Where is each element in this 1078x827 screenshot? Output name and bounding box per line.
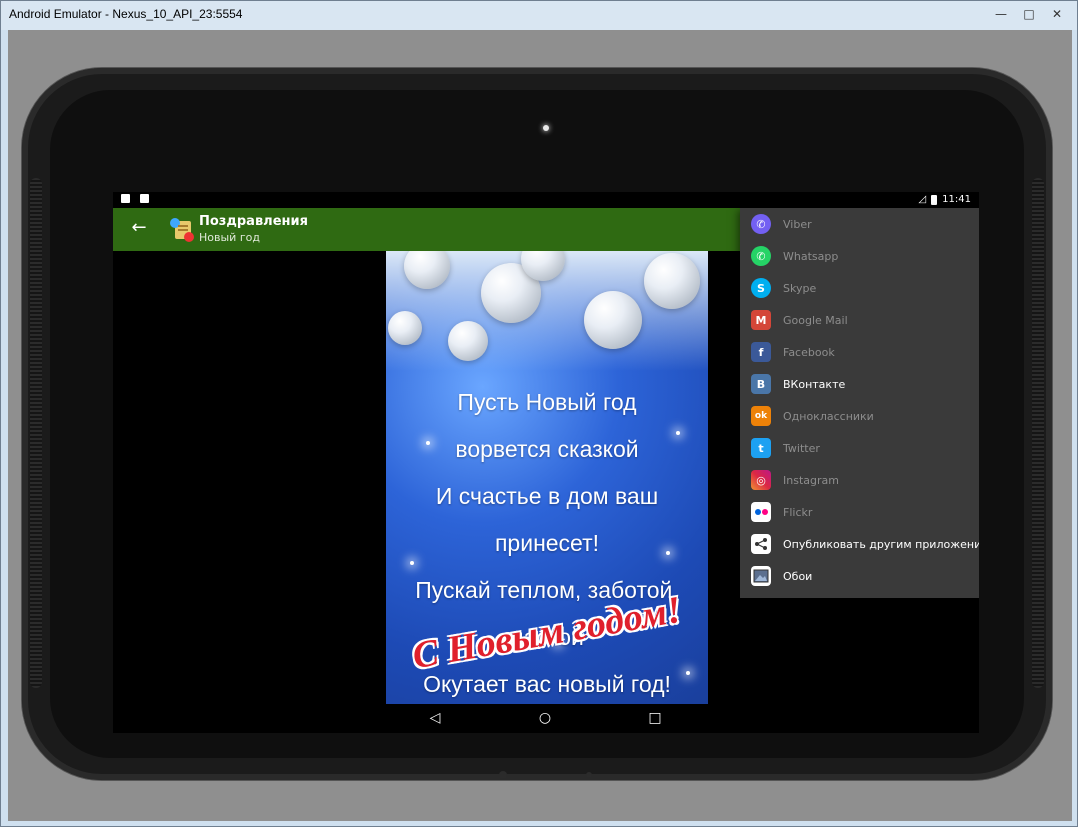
no-signal-icon: ◿: [918, 194, 927, 205]
wallpaper-icon: [751, 566, 771, 586]
share-glyph: [755, 538, 767, 550]
status-right: ◿ 11:41: [918, 194, 971, 205]
app-logo-icon: [170, 218, 194, 242]
arrow-back-icon[interactable]: ←: [127, 216, 151, 240]
share-item-skype[interactable]: S Skype: [740, 272, 979, 304]
share-item-label: Google Mail: [783, 313, 848, 327]
ornament-ball: [388, 311, 422, 345]
page-subtitle: Новый год: [199, 231, 260, 244]
poem-line: ворвется сказкой: [455, 436, 639, 462]
ornament-ball: [448, 321, 488, 361]
share-item-label: Twitter: [783, 441, 820, 455]
nav-home-icon[interactable]: ○: [535, 708, 555, 728]
ornament-ball: [644, 253, 700, 309]
page-title: Поздравления: [199, 214, 308, 229]
skype-icon: S: [751, 278, 771, 298]
gmail-icon: M: [751, 310, 771, 330]
status-time: 11:41: [942, 194, 971, 205]
share-item-other-app[interactable]: Опубликовать другим приложением: [740, 528, 979, 560]
window-titlebar: Android Emulator - Nexus_10_API_23:5554 …: [1, 1, 1077, 30]
device-screen: ◿ 11:41 ← Поздравления Новый год Пусть Н…: [113, 192, 979, 733]
share-item-label: Instagram: [783, 473, 839, 487]
android-icon: [140, 194, 149, 203]
tablet-device: ◿ 11:41 ← Поздравления Новый год Пусть Н…: [22, 68, 1052, 780]
share-item-label: Facebook: [783, 345, 835, 359]
share-item-label: Одноклассники: [783, 409, 874, 423]
ornament-ball: [584, 291, 642, 349]
odnoklassniki-icon: ok: [751, 406, 771, 426]
share-item-label: Flickr: [783, 505, 813, 519]
flickr-dot-pink: [761, 509, 768, 515]
speaker-grille-left: [30, 178, 42, 688]
share-item-whatsapp[interactable]: ✆ Whatsapp: [740, 240, 979, 272]
share-item-label: ВКонтакте: [783, 377, 846, 391]
viber-icon: ✆: [751, 214, 771, 234]
status-bar: ◿ 11:41: [113, 192, 979, 208]
window-controls: — □ ✕: [989, 5, 1069, 23]
poem-line: И счастье в дом ваш принесет!: [435, 483, 659, 556]
share-item-vkontakte[interactable]: B ВКонтакте: [740, 368, 979, 400]
twitter-icon: t: [751, 438, 771, 458]
share-item-label: Skype: [783, 281, 817, 295]
sensor-dot: [586, 772, 592, 778]
share-item-flickr[interactable]: Flickr: [740, 496, 979, 528]
share-item-label: Viber: [783, 217, 812, 231]
share-item-twitter[interactable]: t Twitter: [740, 432, 979, 464]
sensor-dot: [499, 771, 507, 779]
share-item-odnoklassniki[interactable]: ok Одноклассники: [740, 400, 979, 432]
whatsapp-icon: ✆: [751, 246, 771, 266]
share-item-label: Опубликовать другим приложением: [783, 537, 979, 551]
poem-line: Пусть Новый год: [457, 389, 637, 415]
nav-recent-icon[interactable]: □: [645, 708, 665, 728]
vkontakte-icon: B: [751, 374, 771, 394]
app-toolbar: ← Поздравления Новый год: [113, 208, 741, 251]
share-item-wallpaper[interactable]: Обои: [740, 560, 979, 592]
minimize-button[interactable]: —: [989, 5, 1013, 23]
battery-icon: [931, 194, 938, 205]
window-title: Android Emulator - Nexus_10_API_23:5554: [9, 7, 243, 21]
nav-back-icon[interactable]: ◁: [425, 708, 445, 728]
emulator-window: Android Emulator - Nexus_10_API_23:5554 …: [0, 0, 1078, 827]
sd-card-icon: [121, 194, 130, 203]
instagram-icon: ◎: [751, 470, 771, 490]
emulator-content: ◿ 11:41 ← Поздравления Новый год Пусть Н…: [8, 30, 1072, 821]
share-item-facebook[interactable]: f Facebook: [740, 336, 979, 368]
front-camera: [543, 125, 549, 131]
share-item-label: Обои: [783, 569, 813, 583]
flickr-dot-blue: [754, 509, 761, 515]
share-item-google-mail[interactable]: M Google Mail: [740, 304, 979, 336]
share-menu: ✆ Viber ✆ Whatsapp S Skype M Google Mail: [740, 208, 979, 598]
speaker-grille-right: [1032, 178, 1044, 688]
share-item-label: Whatsapp: [783, 249, 839, 263]
share-item-viber[interactable]: ✆ Viber: [740, 208, 979, 240]
share-item-instagram[interactable]: ◎ Instagram: [740, 464, 979, 496]
wallpaper-glyph: [753, 569, 769, 583]
share-icon: [751, 534, 771, 554]
navigation-bar: ◁ ○ □: [113, 704, 979, 733]
close-button[interactable]: ✕: [1045, 5, 1069, 23]
facebook-icon: f: [751, 342, 771, 362]
flickr-icon: [751, 502, 771, 522]
status-left: [121, 194, 149, 203]
maximize-button[interactable]: □: [1017, 5, 1041, 23]
greeting-card-image: Пусть Новый год ворвется сказкой И счаст…: [386, 251, 708, 704]
